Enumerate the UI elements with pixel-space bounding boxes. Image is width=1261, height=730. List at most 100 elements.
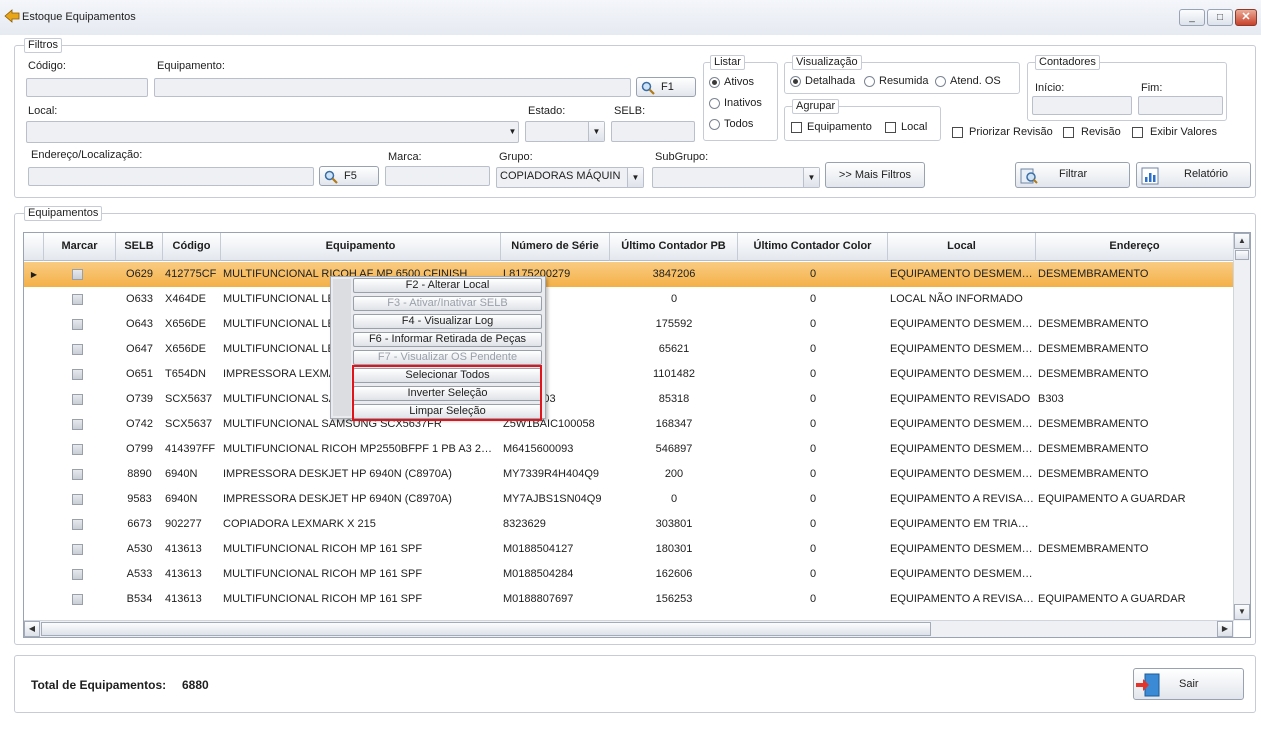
radio-resumida[interactable] (864, 76, 875, 87)
row-marcar-checkbox[interactable] (72, 569, 83, 580)
col-header-numero-serie[interactable]: Número de Série (501, 233, 610, 261)
inicio-input[interactable] (1032, 96, 1132, 115)
radio-detalhada[interactable] (790, 76, 801, 87)
filtrar-button[interactable]: Filtrar (1015, 162, 1130, 188)
minimize-button[interactable]: _ (1179, 9, 1205, 26)
col-header-local[interactable]: Local (888, 233, 1036, 261)
vertical-scroll-thumb[interactable] (1235, 250, 1249, 260)
col-header-endereco[interactable]: Endereço (1036, 233, 1234, 261)
table-row[interactable]: O647X656DEMULTIFUNCIONAL LEXMARK X656DEC… (24, 337, 1234, 362)
radio-ativos[interactable] (709, 77, 720, 88)
row-marcar-checkbox[interactable] (72, 494, 83, 505)
row-marcar-checkbox[interactable] (72, 369, 83, 380)
table-row[interactable]: O633X464DEMULTIFUNCIONAL LEXMARK X464DEM… (24, 287, 1234, 312)
f1-search-button[interactable]: F1 (636, 77, 696, 97)
col-header-selb[interactable]: SELB (116, 233, 163, 261)
fim-input[interactable] (1138, 96, 1223, 115)
row-marcar-checkbox[interactable] (72, 394, 83, 405)
radio-atend-os[interactable] (935, 76, 946, 87)
maximize-button[interactable]: □ (1207, 9, 1233, 26)
scroll-right-arrow[interactable]: ▶ (1217, 621, 1233, 637)
menu-item-visualizar-log[interactable]: F4 - Visualizar Log (353, 314, 542, 329)
table-row[interactable]: O651T654DNIMPRESSORA LEXMARK T654DNV1101… (24, 362, 1234, 387)
vertical-scrollbar[interactable]: ▲ ▼ (1233, 233, 1250, 621)
relatorio-button[interactable]: Relatório (1136, 162, 1251, 188)
scroll-down-arrow[interactable]: ▼ (1234, 604, 1250, 620)
row-marcar-checkbox[interactable] (72, 419, 83, 430)
cell-numero-serie: 8323629 (503, 518, 546, 530)
menu-item-informar-retirada-pecas[interactable]: F6 - Informar Retirada de Peças (353, 332, 542, 347)
mais-filtros-button[interactable]: >> Mais Filtros (825, 162, 925, 188)
priorizar-revisao-checkbox[interactable] (952, 127, 963, 138)
col-header-codigo[interactable]: Código (163, 233, 221, 261)
col-header-contador-color[interactable]: Último Contador Color (738, 233, 888, 261)
selb-input[interactable] (611, 121, 695, 142)
horizontal-scroll-thumb[interactable] (41, 622, 931, 636)
col-header-equipamento[interactable]: Equipamento (221, 233, 501, 261)
menu-item-alterar-local[interactable]: F2 - Alterar Local (353, 278, 542, 293)
equipamento-input[interactable] (154, 78, 631, 97)
agrupar-equipamento-checkbox[interactable] (791, 122, 802, 133)
col-header-contador-pb[interactable]: Último Contador PB (610, 233, 738, 261)
table-row[interactable]: O742 SCX5637 MULTIFUNCIONAL SAMSUNG SCX563… (24, 412, 1234, 437)
cell-endereco: DESMEMBRAMENTO (1038, 318, 1149, 330)
row-marcar-checkbox[interactable] (72, 269, 83, 280)
cell-contador-pb: 180301 (655, 543, 693, 555)
table-row[interactable]: ▶ O629 412775CF MULTIFUNCIONAL RICOH AF MP … (24, 262, 1234, 287)
cell-equipamento: IMPRESSORA DESKJET HP 6940N (C8970A) (223, 493, 452, 505)
table-row[interactable]: B534 413613 MULTIFUNCIONAL RICOH MP 161 SP… (24, 587, 1234, 612)
endereco-input[interactable] (28, 167, 314, 186)
table-row[interactable]: 8890 6940N IMPRESSORA DESKJET HP 6940N (C8… (24, 462, 1234, 487)
scroll-left-arrow[interactable]: ◀ (24, 621, 40, 637)
sair-button[interactable]: Sair (1133, 668, 1244, 700)
grupo-select[interactable]: COPIADORAS MÁQUIN (496, 167, 644, 188)
close-button[interactable]: ✕ (1235, 9, 1257, 26)
marca-input[interactable] (385, 166, 490, 186)
subgrupo-select[interactable] (652, 167, 820, 188)
row-marcar-checkbox[interactable] (72, 519, 83, 530)
codigo-input[interactable] (26, 78, 148, 97)
cell-codigo: 413613 (165, 593, 202, 605)
table-row[interactable]: O739SCX5637MULTIFUNCIONAL SAMSUNG SCX563… (24, 387, 1234, 412)
radio-todos[interactable] (709, 119, 720, 130)
cell-selb: 6673 (127, 518, 152, 530)
table-row[interactable]: A530 413613 MULTIFUNCIONAL RICOH MP 161 SP… (24, 537, 1234, 562)
revisao-checkbox[interactable] (1063, 127, 1074, 138)
equipamentos-legend: Equipamentos (24, 206, 103, 221)
cell-codigo: X464DE (165, 293, 206, 305)
grupo-dropdown-arrow[interactable]: ▼ (627, 168, 643, 187)
table-row[interactable]: O799 414397FF MULTIFUNCIONAL RICOH MP2550B… (24, 437, 1234, 462)
local-select[interactable] (26, 121, 519, 143)
exibir-valores-checkbox[interactable] (1132, 127, 1143, 138)
table-row[interactable]: O643X656DEMULTIFUNCIONAL LEXMARK X656DE9… (24, 312, 1234, 337)
row-marcar-checkbox[interactable] (72, 469, 83, 480)
agrupar-legend: Agrupar (792, 99, 840, 114)
local-dropdown-arrow[interactable]: ▼ (507, 122, 518, 142)
table-row[interactable]: 9583 6940N IMPRESSORA DESKJET HP 6940N (C8… (24, 487, 1234, 512)
cell-codigo: 6940N (165, 493, 198, 505)
scroll-up-arrow[interactable]: ▲ (1234, 233, 1250, 249)
cell-local: EQUIPAMENTO DESMEM… (890, 468, 1033, 480)
f5-search-button[interactable]: F5 (319, 166, 379, 186)
radio-inativos[interactable] (709, 98, 720, 109)
table-row[interactable]: 6673 902277 COPIADORA LEXMARK X 215 8323629… (24, 512, 1234, 537)
cell-endereco: DESMEMBRAMENTO (1038, 543, 1149, 555)
cell-endereco: B303 (1038, 393, 1064, 405)
row-marcar-checkbox[interactable] (72, 344, 83, 355)
estado-dropdown-arrow[interactable]: ▼ (588, 122, 604, 141)
row-marcar-checkbox[interactable] (72, 444, 83, 455)
agrupar-local-checkbox[interactable] (885, 122, 896, 133)
row-marcar-checkbox[interactable] (72, 594, 83, 605)
cell-endereco: EQUIPAMENTO A GUARDAR (1038, 593, 1186, 605)
horizontal-scrollbar[interactable]: ◀ ▶ (24, 620, 1234, 637)
cell-codigo: 413613 (165, 568, 202, 580)
cell-equipamento: MULTIFUNCIONAL RICOH MP 161 SPF (223, 593, 423, 605)
window-title: Estoque Equipamentos (22, 11, 136, 23)
row-marcar-checkbox[interactable] (72, 294, 83, 305)
cell-local: LOCAL NÃO INFORMADO (890, 293, 1023, 305)
table-row[interactable]: A533 413613 MULTIFUNCIONAL RICOH MP 161 SP… (24, 562, 1234, 587)
subgrupo-dropdown-arrow[interactable]: ▼ (803, 168, 819, 187)
row-marcar-checkbox[interactable] (72, 544, 83, 555)
row-marcar-checkbox[interactable] (72, 319, 83, 330)
col-header-marcar[interactable]: Marcar (44, 233, 116, 261)
